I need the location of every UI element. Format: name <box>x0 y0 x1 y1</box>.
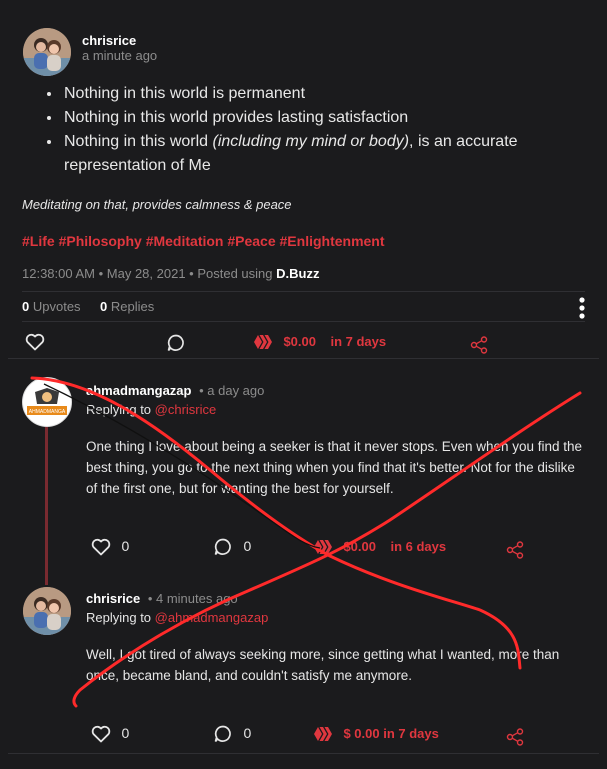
post-italic-line: Meditating on that, provides calmness & … <box>22 197 292 212</box>
share-button[interactable] <box>470 336 488 359</box>
like-button[interactable]: 0 <box>91 538 129 556</box>
hive-icon <box>314 540 332 554</box>
avatar[interactable] <box>23 28 71 76</box>
comment-icon <box>214 725 231 743</box>
like-count: 0 <box>121 725 130 742</box>
reply-author[interactable]: chrisrice <box>86 591 140 606</box>
bullet-item: Nothing in this world is permanent <box>62 82 562 106</box>
payout-info[interactable]: $0.00 in 6 days <box>313 538 446 556</box>
share-icon <box>506 728 524 746</box>
post-timestamp: 12:38:00 AM • May 28, 2021 • Posted usin… <box>22 266 320 281</box>
reply-author[interactable]: ahmadmangazap <box>86 383 191 398</box>
comment-button[interactable]: 0 <box>213 724 251 744</box>
divider <box>22 291 585 292</box>
more-options-icon[interactable] <box>578 297 586 324</box>
comment-icon <box>214 538 231 556</box>
share-icon <box>470 336 488 354</box>
reply-header: ahmadmangazap • a day ago <box>86 383 264 398</box>
hive-icon <box>254 335 272 349</box>
comment-button[interactable] <box>166 333 186 358</box>
post-tags[interactable]: #Life #Philosophy #Meditation #Peace #En… <box>22 233 385 249</box>
replying-to: Replying to @chrisrice <box>86 402 217 417</box>
replies-stat[interactable]: 0 Replies <box>100 299 154 314</box>
like-button[interactable] <box>25 333 45 356</box>
hive-icon <box>314 727 332 741</box>
avatar[interactable]: AHMADMANGA <box>22 377 72 427</box>
bullet-item: Nothing in this world (including my mind… <box>62 130 562 178</box>
bullet-list: Nothing in this world is permanent Nothi… <box>22 82 562 178</box>
post-author[interactable]: chrisrice <box>82 33 136 48</box>
post-body: Nothing in this world is permanent Nothi… <box>22 82 562 178</box>
replying-to: Replying to @ahmadmangazap <box>86 610 269 625</box>
reply-text: Well, I got tired of always seeking more… <box>86 647 560 683</box>
comment-button[interactable]: 0 <box>213 537 251 557</box>
thread-line <box>45 425 48 585</box>
comment-icon <box>167 334 184 352</box>
comment-count: 0 <box>243 725 252 742</box>
avatar[interactable] <box>23 587 71 635</box>
posted-using-link[interactable]: D.Buzz <box>276 266 319 281</box>
reply-text: One thing I love about being a seeker is… <box>86 439 583 496</box>
avatar-text: AHMADMANGA <box>29 409 66 415</box>
reply-time: • a day ago <box>199 383 265 398</box>
replying-to-link[interactable]: @chrisrice <box>155 402 217 417</box>
share-button[interactable] <box>506 728 524 751</box>
comment-count: 0 <box>243 538 252 555</box>
heart-icon <box>91 725 111 743</box>
reply-time: • 4 minutes ago <box>147 591 238 606</box>
replying-to-link[interactable]: @ahmadmangazap <box>155 610 269 625</box>
payout-info[interactable]: $ 0.00 in 7 days <box>313 725 439 743</box>
post-time: a minute ago <box>82 48 158 63</box>
divider <box>8 358 599 359</box>
share-button[interactable] <box>506 541 524 564</box>
payout-info[interactable]: $0.00 in 7 days <box>253 333 386 351</box>
share-icon <box>506 541 524 559</box>
divider <box>22 321 585 322</box>
heart-icon <box>91 538 111 556</box>
reply-header: chrisrice • 4 minutes ago <box>86 591 238 606</box>
upvotes-stat[interactable]: 0 Upvotes <box>22 299 81 314</box>
heart-icon <box>25 333 45 351</box>
bullet-item: Nothing in this world provides lasting s… <box>62 106 562 130</box>
like-button[interactable]: 0 <box>91 725 129 743</box>
like-count: 0 <box>121 538 130 555</box>
divider <box>8 753 599 754</box>
